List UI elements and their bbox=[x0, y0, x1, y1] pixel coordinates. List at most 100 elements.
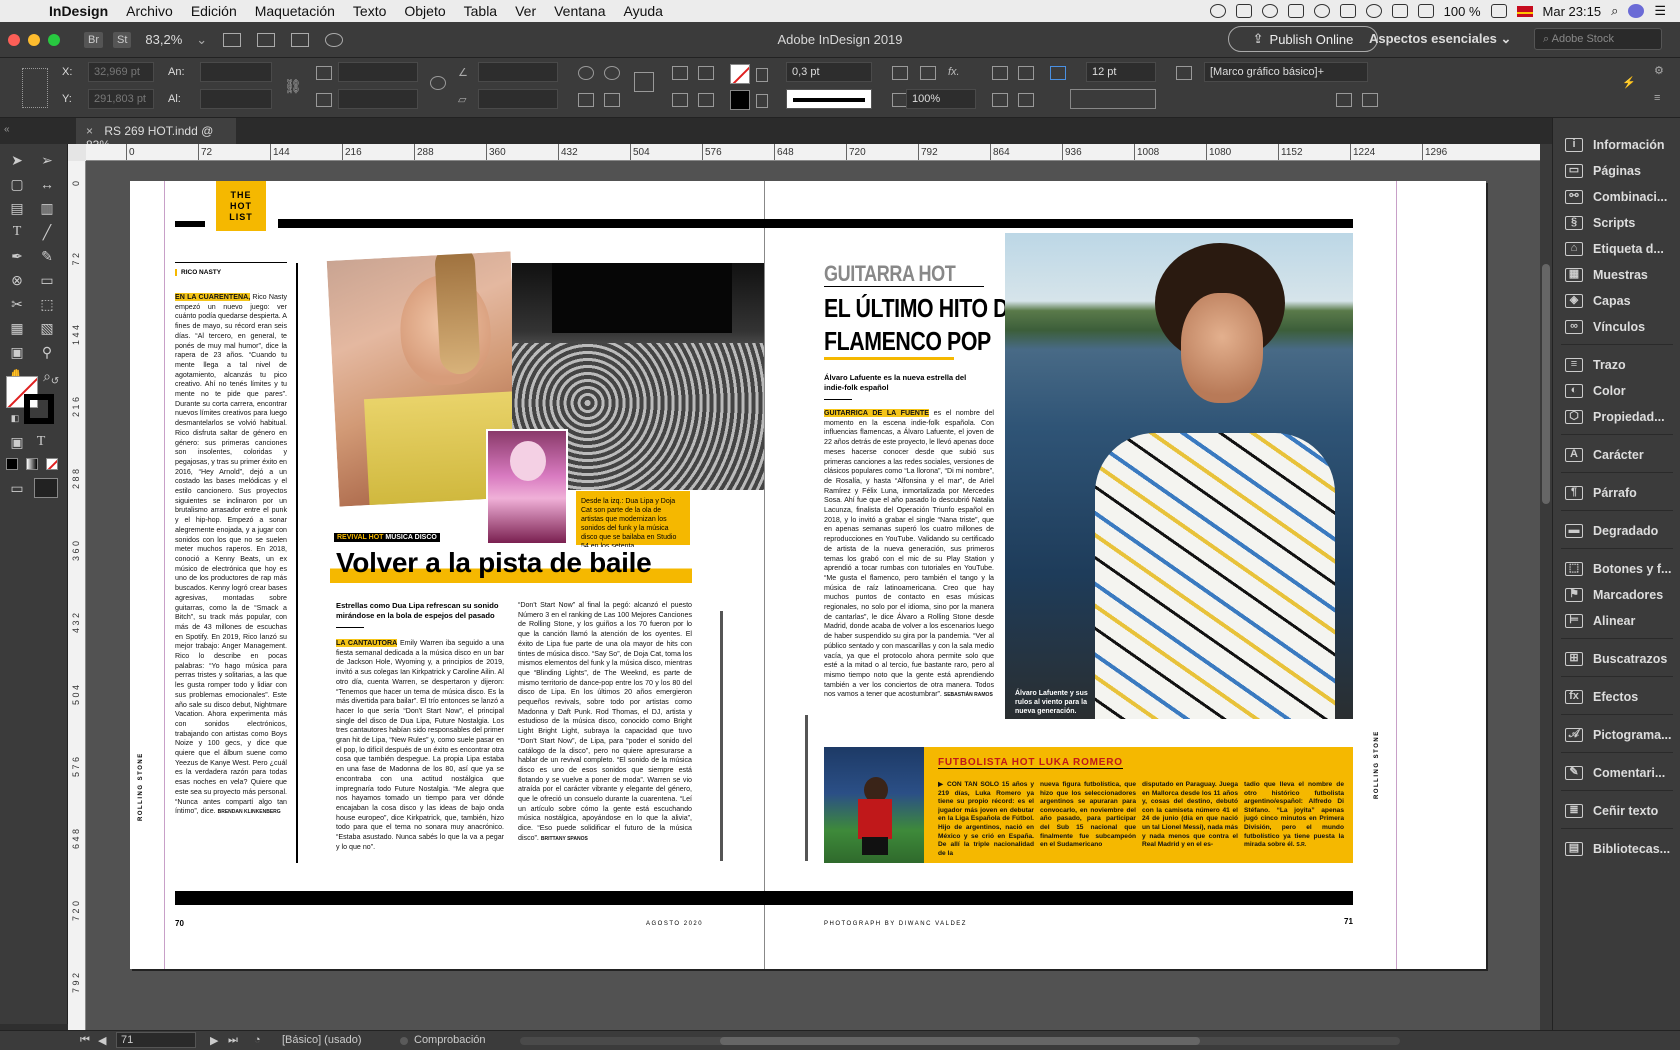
zoom-dropdown-chevron-icon[interactable]: ⌄ bbox=[196, 32, 207, 48]
adobe-stock-search[interactable]: ⌕ Adobe Stock bbox=[1534, 28, 1662, 50]
arrange-documents-icon[interactable] bbox=[291, 32, 310, 47]
pasteboard[interactable]: THE HOT LIST RICO NASTY EN LA CUARENTENA… bbox=[86, 161, 1540, 1030]
view-options-icon[interactable] bbox=[223, 32, 242, 47]
horizontal-ruler[interactable]: 0 72 144 216 288 360 432 504 576 648 720… bbox=[86, 144, 1540, 161]
panel-pictogramas[interactable]: 𝒜 Pictograma... bbox=[1553, 722, 1680, 748]
panel-trazo[interactable]: ≡ Trazo bbox=[1553, 352, 1680, 378]
panel-parrafo[interactable]: ¶ Párrafo bbox=[1553, 480, 1680, 506]
menu-ayuda[interactable]: Ayuda bbox=[615, 3, 672, 19]
volume-icon[interactable] bbox=[1391, 4, 1408, 18]
right-article[interactable]: GUITARRICA DE LA FUENTE es el nombre del… bbox=[824, 409, 994, 719]
type-tool-icon[interactable]: T bbox=[8, 224, 26, 240]
formatting-container-icon[interactable]: ▣ bbox=[8, 434, 26, 450]
open-page-icon[interactable]: ◔ bbox=[254, 1034, 261, 1046]
panel-botones[interactable]: ⬚ Botones y f... bbox=[1553, 556, 1680, 582]
vertical-ruler[interactable]: 0 7 2 1 4 4 2 1 6 2 8 8 3 6 0 4 3 2 5 0 … bbox=[68, 161, 86, 1030]
box-column-3[interactable]: disputado en Paraguay. Juega en Mallorca… bbox=[1142, 781, 1238, 861]
stroke-color-swatch[interactable] bbox=[24, 394, 54, 424]
menu-archivo[interactable]: Archivo bbox=[117, 3, 182, 19]
preview-mode-icon[interactable] bbox=[34, 478, 58, 498]
spotlight-icon[interactable]: ⌕ bbox=[1611, 3, 1618, 19]
screen-mode-icon[interactable] bbox=[257, 32, 276, 47]
menu-texto[interactable]: Texto bbox=[344, 3, 395, 19]
article-column-2[interactable]: “Don't Start Now” al final la pegó: alca… bbox=[518, 601, 692, 865]
first-page-icon[interactable]: ⏮ bbox=[80, 1034, 90, 1047]
gpu-performance-icon[interactable] bbox=[325, 32, 344, 47]
panel-cenir-texto[interactable]: ≣ Ceñir texto bbox=[1553, 798, 1680, 824]
cloud-upload-icon[interactable] bbox=[1287, 4, 1304, 18]
stroke-dropdown-icon[interactable] bbox=[756, 94, 768, 108]
scale-x-field[interactable] bbox=[338, 62, 418, 82]
rotate-angle-icon[interactable]: ∠ bbox=[458, 66, 474, 80]
right-headline-line2[interactable]: FLAMENCO POP bbox=[824, 326, 991, 357]
scrollbar-thumb[interactable] bbox=[1542, 264, 1550, 504]
sync-icon[interactable] bbox=[1261, 4, 1278, 18]
workspace-switcher[interactable]: Aspectos esenciales ⌄ bbox=[1369, 31, 1511, 47]
collapse-tools-icon[interactable]: « bbox=[4, 124, 10, 135]
layout-style[interactable]: [Básico] (usado) bbox=[282, 1034, 361, 1046]
height-field[interactable] bbox=[200, 89, 272, 109]
panel-scripts[interactable]: § Scripts bbox=[1553, 210, 1680, 236]
battery-icon[interactable] bbox=[1490, 4, 1507, 18]
menu-ventana[interactable]: Ventana bbox=[545, 3, 614, 19]
menu-tabla[interactable]: Tabla bbox=[455, 3, 506, 19]
eyedropper-tool-icon[interactable]: ⚲ bbox=[38, 344, 56, 360]
pencil-tool-icon[interactable]: ✎ bbox=[38, 248, 56, 264]
horizontal-scrollbar[interactable] bbox=[520, 1037, 1400, 1045]
apply-color-icon[interactable] bbox=[6, 458, 18, 470]
flip-horizontal-icon[interactable] bbox=[578, 93, 594, 107]
stroke-type-dropdown[interactable] bbox=[786, 89, 872, 109]
bridge-button[interactable]: Br bbox=[84, 31, 103, 48]
gap-tool-icon[interactable]: ↔ bbox=[38, 176, 56, 192]
direct-selection-tool-icon[interactable]: ➢ bbox=[38, 152, 56, 168]
select-previous-icon[interactable] bbox=[672, 93, 688, 107]
panel-marcadores[interactable]: ⚑ Marcadores bbox=[1553, 582, 1680, 608]
last-page-icon[interactable]: ⏭ bbox=[228, 1034, 238, 1047]
alvaro-lafuente-photo[interactable]: Álvaro Lafuente y sus rulos al viento pa… bbox=[1005, 233, 1353, 719]
panel-menu-icon[interactable]: ≡ bbox=[1654, 92, 1670, 106]
siri-icon[interactable] bbox=[1628, 4, 1645, 18]
ellipse-frame-tool-icon[interactable]: ⊗ bbox=[8, 272, 26, 288]
scale-y-icon[interactable] bbox=[316, 93, 332, 107]
vertical-scrollbar[interactable] bbox=[1540, 144, 1552, 1030]
panel-buscatrazos[interactable]: ⊞ Buscatrazos bbox=[1553, 646, 1680, 672]
select-content-icon[interactable] bbox=[698, 66, 714, 80]
gradient-feather-tool-icon[interactable]: ▧ bbox=[38, 320, 56, 336]
panel-caracter[interactable]: A Carácter bbox=[1553, 442, 1680, 468]
airplay-icon[interactable] bbox=[1417, 4, 1434, 18]
sidebar-article[interactable]: EN LA CUARENTENA, Rico Nasty empezó un n… bbox=[175, 293, 287, 865]
x-position-field[interactable]: 32,969 pt bbox=[88, 62, 154, 82]
footballer-box[interactable]: FUTBOLISTA HOT LUKA ROMERO ▶ CON TAN SOL… bbox=[824, 747, 1353, 863]
panel-capas[interactable]: ◈ Capas bbox=[1553, 288, 1680, 314]
swap-colors-icon[interactable]: ↺ bbox=[46, 374, 64, 390]
preflight-status[interactable]: Comprobación bbox=[414, 1034, 486, 1046]
scissors-tool-icon[interactable]: ✂ bbox=[8, 296, 26, 312]
select-next-icon[interactable] bbox=[698, 93, 714, 107]
apply-gradient-icon[interactable] bbox=[26, 458, 38, 470]
content-placer-icon[interactable]: ▥ bbox=[38, 200, 56, 216]
line-tool-icon[interactable]: ╱ bbox=[38, 224, 56, 240]
auto-fit-icon[interactable] bbox=[1050, 66, 1066, 80]
panel-propiedades[interactable]: ⬡ Propiedad... bbox=[1553, 404, 1680, 430]
fill-swatch-none[interactable] bbox=[730, 64, 750, 84]
constrain-proportions-icon[interactable]: ⛓ bbox=[284, 78, 302, 94]
rectangle-tool-icon[interactable]: ▭ bbox=[38, 272, 56, 288]
lightning-icon[interactable]: ⚡ bbox=[1622, 76, 1638, 90]
page-number-field[interactable]: 71 bbox=[116, 1032, 196, 1048]
article-deck[interactable]: Estrellas como Dua Lipa refrescan su son… bbox=[336, 601, 506, 621]
photo-caption-box[interactable]: Desde la izq.: Dua Lipa y Doja Cat son p… bbox=[576, 491, 690, 550]
control-settings-gear-icon[interactable]: ⚙ bbox=[1654, 64, 1670, 78]
drop-shadow-icon[interactable] bbox=[920, 66, 936, 80]
link-scale-icon[interactable] bbox=[430, 76, 446, 90]
document-spread[interactable]: THE HOT LIST RICO NASTY EN LA CUARENTENA… bbox=[130, 181, 1486, 969]
box-column-1[interactable]: ▶ CON TAN SOLO 15 años y 219 días, Luka … bbox=[938, 781, 1034, 861]
object-style-dropdown[interactable]: [Marco gráfico básico]+ bbox=[1204, 62, 1368, 82]
frame-fitting-icon[interactable] bbox=[892, 66, 908, 80]
zoom-level[interactable]: 83,2% bbox=[145, 32, 182, 47]
panel-combinacion[interactable]: ⚯ Combinaci... bbox=[1553, 184, 1680, 210]
page-tool-icon[interactable]: ▢ bbox=[8, 176, 26, 192]
gradient-swatch-tool-icon[interactable]: ▦ bbox=[8, 320, 26, 336]
panel-bibliotecas[interactable]: ▤ Bibliotecas... bbox=[1553, 836, 1680, 862]
menu-edicion[interactable]: Edición bbox=[182, 3, 246, 19]
right-deck[interactable]: Álvaro Lafuente es la nueva estrella del… bbox=[824, 373, 984, 393]
